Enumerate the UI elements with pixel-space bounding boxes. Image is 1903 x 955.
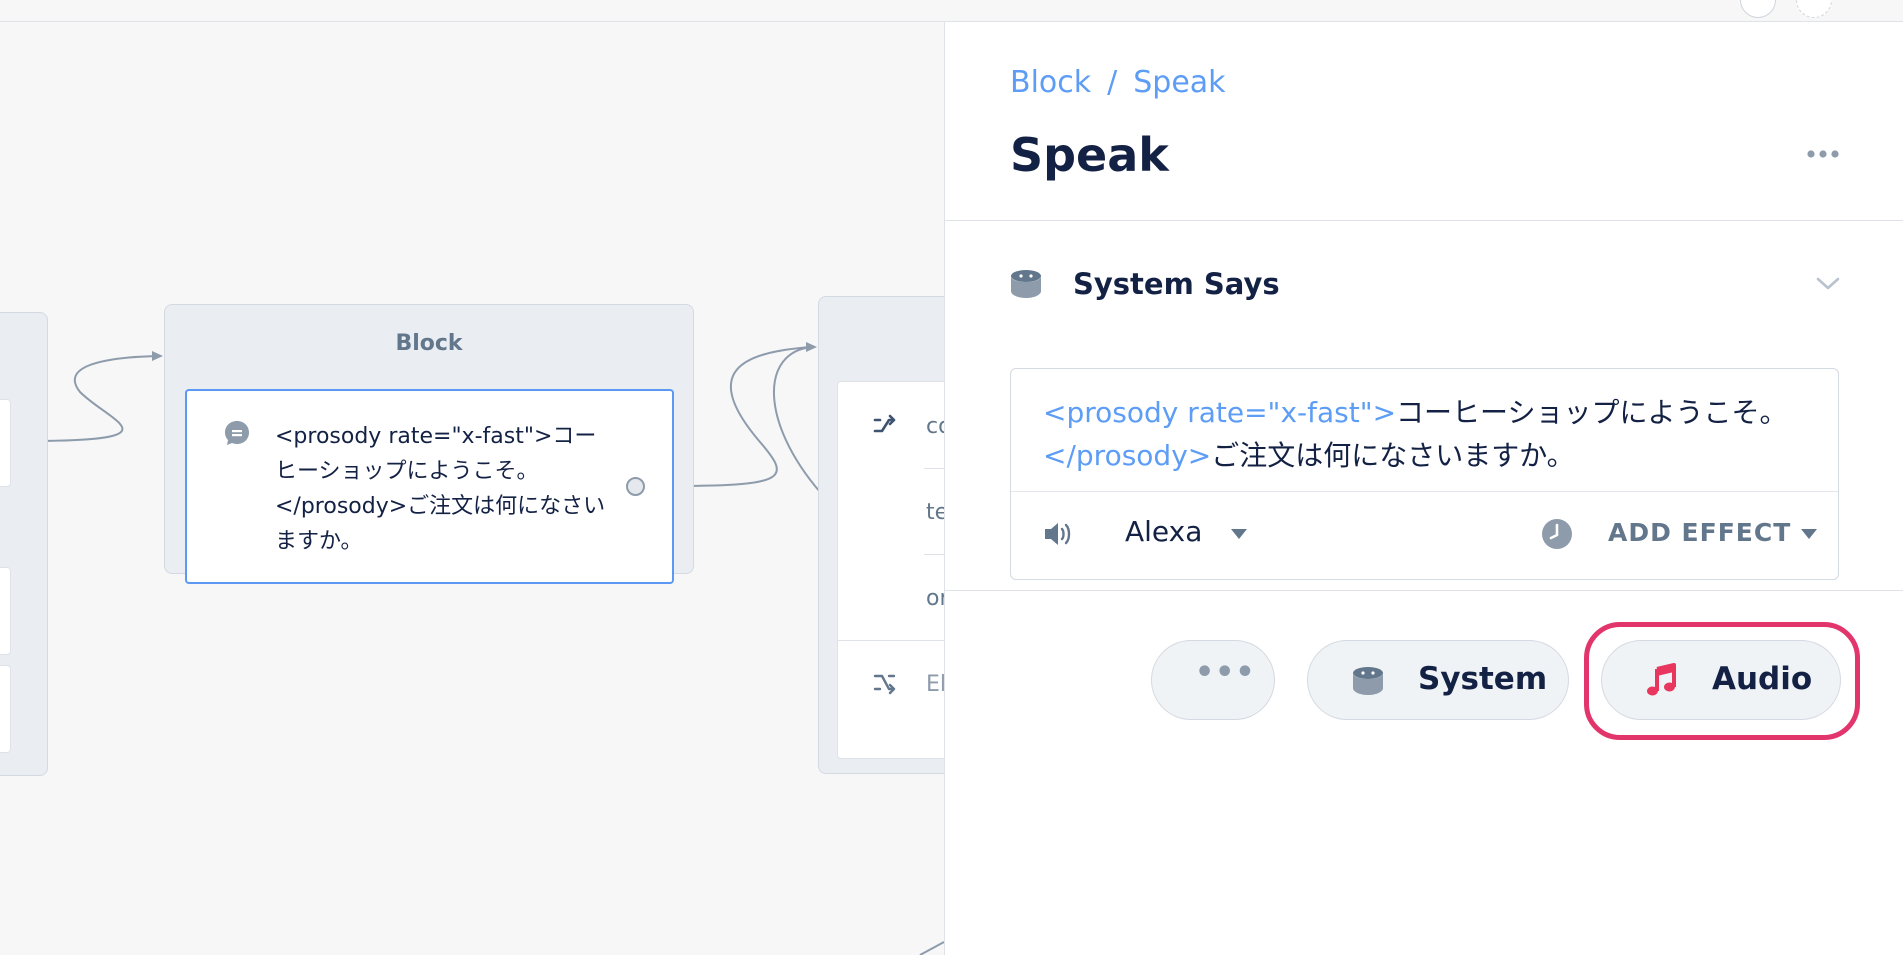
breadcrumb-separator: / xyxy=(1107,65,1118,100)
system-says-header[interactable]: System Says xyxy=(1010,264,1840,304)
breadcrumb-item-speak[interactable]: Speak xyxy=(1133,65,1225,100)
speak-text-input[interactable]: <prosody rate="x-fast">コーヒーショップにようこそ。 </p… xyxy=(1043,391,1823,477)
more-steps-label: ••• xyxy=(1195,655,1256,690)
row-divider xyxy=(838,640,944,641)
speak-step[interactable]: <prosody rate="x-fast">コーヒーショップにようこそ。</p… xyxy=(185,389,674,584)
editor-footer: Alexa ADD EFFECT xyxy=(1011,492,1838,578)
choice-row[interactable]: co xyxy=(926,414,944,439)
speak-step-text: <prosody rate="x-fast">コーヒーショップにようこそ。</p… xyxy=(275,424,606,554)
voice-select[interactable]: Alexa xyxy=(1125,515,1202,548)
row-divider xyxy=(924,554,944,555)
toolbar-avatar-icon[interactable] xyxy=(1740,0,1776,18)
speaker-device-icon xyxy=(1011,270,1041,298)
breadcrumb: Block / Speak xyxy=(1010,65,1226,100)
previous-block-step[interactable] xyxy=(0,665,11,753)
next-block[interactable]: co te or El xyxy=(818,296,944,774)
volume-icon xyxy=(1045,523,1071,545)
shuffle-icon xyxy=(873,414,896,433)
top-toolbar xyxy=(0,0,1903,22)
speak-editor[interactable]: <prosody rate="x-fast">コーヒーショップにようこそ。 </p… xyxy=(1010,368,1839,580)
ssml-open-tag: <prosody rate="x-fast"> xyxy=(1043,396,1397,429)
row-divider xyxy=(924,468,944,469)
add-system-button[interactable]: System xyxy=(1307,640,1569,720)
block-node[interactable]: Block <prosody rate="x-fast">コーヒーショップによう… xyxy=(164,304,694,584)
effect-caret-icon[interactable] xyxy=(1801,529,1817,539)
speaker-device-icon xyxy=(1353,667,1383,695)
ssml-close-tag: </prosody> xyxy=(1043,439,1212,472)
else-row[interactable]: El xyxy=(926,672,944,697)
toolbar-settings-icon[interactable] xyxy=(1796,0,1832,18)
clock-icon xyxy=(1542,519,1572,549)
chevron-down-icon[interactable] xyxy=(1816,274,1840,292)
choice-row[interactable]: or xyxy=(926,586,944,611)
add-audio-button[interactable]: Audio xyxy=(1601,640,1841,720)
header-divider xyxy=(945,220,1903,221)
voice-caret-icon[interactable] xyxy=(1231,529,1247,539)
previous-block-step[interactable] xyxy=(0,567,11,655)
previous-block-step[interactable] xyxy=(0,399,11,487)
speech-bubble-icon xyxy=(225,421,249,445)
else-shuffle-icon xyxy=(873,674,896,695)
step-output-port[interactable] xyxy=(626,477,645,496)
breadcrumb-item-block[interactable]: Block xyxy=(1010,65,1091,100)
speak-text-part: コーヒーショップにようこそ。 xyxy=(1396,396,1788,429)
add-audio-label: Audio xyxy=(1712,661,1813,697)
page-title: Speak xyxy=(1010,128,1169,182)
add-system-label: System xyxy=(1418,661,1548,697)
flow-canvas[interactable]: Block <prosody rate="x-fast">コーヒーショップによう… xyxy=(0,22,944,955)
block-title: Block xyxy=(395,331,463,356)
music-note-icon xyxy=(1647,663,1676,696)
more-steps-button[interactable]: ••• xyxy=(1151,640,1275,720)
speak-text-part: ご注文は何になさいますか。 xyxy=(1211,439,1575,472)
section-divider xyxy=(945,590,1903,591)
next-block-steps[interactable]: co te or El xyxy=(837,381,944,759)
choice-row[interactable]: te xyxy=(926,500,944,525)
ellipsis-icon[interactable] xyxy=(1806,147,1840,161)
add-effect-button[interactable]: ADD EFFECT xyxy=(1608,518,1791,547)
section-title: System Says xyxy=(1073,267,1280,301)
editor-panel: Block / Speak Speak System Says <prosody r… xyxy=(944,22,1903,955)
previous-block[interactable] xyxy=(0,312,48,776)
